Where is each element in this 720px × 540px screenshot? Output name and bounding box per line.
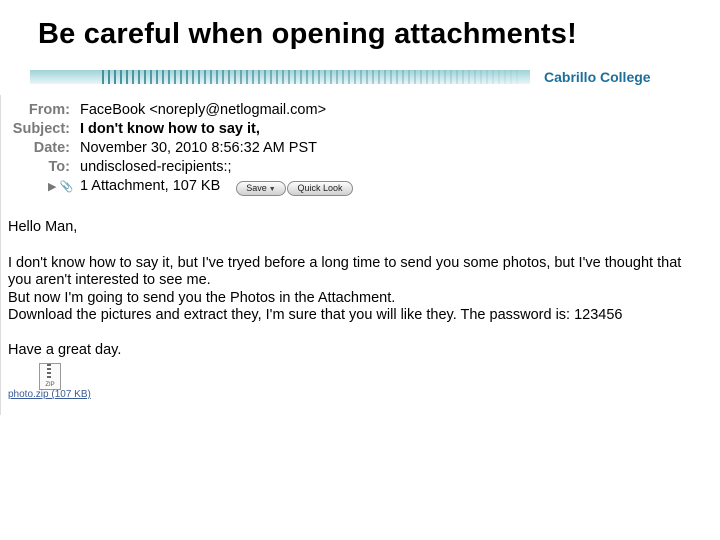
- disclosure-triangle-icon[interactable]: ▶: [48, 181, 56, 193]
- attachment-link[interactable]: photo.zip (107 KB): [8, 389, 91, 400]
- save-button-label: Save: [246, 183, 267, 193]
- zip-icon-label: ZIP: [45, 382, 55, 388]
- greeting: Hello Man,: [8, 219, 78, 235]
- zipper-icon: [47, 364, 51, 379]
- header-label-to: To:: [48, 159, 70, 175]
- body-line: Download the pictures and extract they, …: [8, 307, 623, 323]
- quick-look-button[interactable]: Quick Look: [287, 181, 353, 196]
- header-date: Date: November 30, 2010 8:56:32 AM PST: [0, 140, 720, 159]
- body-line: you aren't interested to see me.: [8, 272, 211, 288]
- body-line: I don't know how to say it, but I've try…: [8, 254, 682, 271]
- attachment-header: ▶ 📎 1 Attachment, 107 KB Save ▼ Quick Loo…: [0, 178, 720, 198]
- header-value-to: undisclosed-recipients:;: [80, 159, 232, 175]
- dropdown-arrow-icon: ▼: [268, 186, 276, 193]
- save-button[interactable]: Save ▼: [236, 181, 286, 196]
- college-banner: Cabrillo College: [30, 66, 686, 88]
- header-label-subject: Subject:: [12, 121, 70, 137]
- banner-title: Cabrillo College: [544, 69, 651, 85]
- attachment-summary: 1 Attachment, 107 KB: [80, 178, 221, 194]
- header-subject: Subject: I don't know how to say it,: [0, 121, 720, 140]
- slide-title: Be careful when opening attachments!: [38, 18, 577, 50]
- quick-look-label: Quick Look: [297, 183, 343, 193]
- attachment-icons[interactable]: ▶ 📎: [48, 180, 73, 193]
- header-value-subject: I don't know how to say it,: [80, 121, 260, 137]
- body-line: But now I'm going to send you the Photos…: [8, 289, 396, 306]
- closing: Have a great day.: [8, 341, 122, 358]
- header-value-from[interactable]: FaceBook <noreply@netlogmail.com>: [80, 102, 326, 118]
- body-paragraph: I don't know how to say it, but I've try…: [8, 255, 681, 325]
- zip-file-icon[interactable]: ZIP: [39, 363, 61, 390]
- email-body: Hello Man, I don't know how to say it, b…: [8, 219, 681, 359]
- header-label-from: From:: [28, 102, 70, 118]
- header-value-date: November 30, 2010 8:56:32 AM PST: [80, 140, 317, 156]
- email-headers: From: FaceBook <noreply@netlogmail.com> …: [0, 102, 720, 198]
- banner-stripes: [102, 70, 522, 84]
- paperclip-icon: 📎: [59, 181, 74, 193]
- header-label-date: Date:: [33, 140, 70, 156]
- header-to: To: undisclosed-recipients:;: [0, 159, 720, 178]
- header-from: From: FaceBook <noreply@netlogmail.com>: [0, 102, 720, 121]
